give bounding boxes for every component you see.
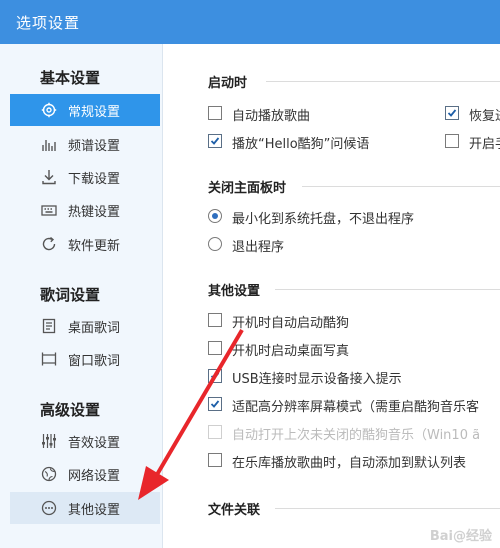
sidebar-item-label: 常规设置 (68, 105, 121, 120)
checkbox-label: 开机时启动桌面写真 (232, 344, 350, 359)
sidebar-item-label: 网络设置 (68, 469, 121, 484)
checkbox-box[interactable] (445, 106, 459, 120)
section-divider (275, 508, 500, 509)
section-title-other: 其他设置 (208, 284, 261, 299)
watermark-logo: Bai@经验 (429, 529, 492, 544)
checkbox-label: 播放“Hello酷狗”问候语 (232, 137, 370, 152)
checkbox-label: 开机时自动启动酷狗 (232, 316, 350, 331)
checkbox-box[interactable] (208, 369, 222, 383)
checkbox-box (208, 425, 222, 439)
sidebar-item-window-lyrics[interactable]: 窗口歌词 (10, 343, 160, 375)
keyboard-icon (41, 205, 57, 216)
window-lyrics-icon (41, 352, 57, 366)
checkbox-box[interactable] (208, 106, 222, 120)
checkbox-label: 自动打开上次未关闭的酷狗音乐（Win10 ã (232, 428, 481, 443)
checkbox-label: 在乐库播放歌曲时，自动添加到默认列表 (232, 456, 467, 471)
sidebar: 基本设置 常规设置 频谱设置 下载设置 热键设置 软件更新 歌词设置 桌面歌词 … (0, 44, 163, 548)
checkbox-box[interactable] (208, 313, 222, 327)
desktop-lyrics-icon (42, 318, 56, 334)
checkbox-box[interactable] (208, 341, 222, 355)
sidebar-item-other[interactable]: 其他设置 (10, 492, 160, 524)
section-title-file-assoc: 文件关联 (208, 503, 261, 518)
section-divider (266, 81, 500, 82)
radio-label: 退出程序 (232, 240, 285, 255)
spectrum-icon (42, 140, 56, 151)
sidebar-item-label: 音效设置 (68, 436, 121, 451)
window-title: 选项设置 (16, 14, 81, 32)
sidebar-item-label: 软件更新 (68, 239, 121, 254)
check-icon (210, 372, 220, 380)
settings-panel: 启动时 自动播放歌曲 恢复进 播放“Hello酷狗”问候语 开启手 关闭主面板时… (164, 44, 500, 548)
sidebar-item-label: 下载设置 (68, 172, 121, 187)
section-divider (302, 186, 500, 187)
refresh-icon (42, 236, 56, 251)
sidebar-item-hotkey[interactable]: 热键设置 (10, 194, 160, 226)
equalizer-icon (42, 434, 56, 448)
checkbox-label: USB连接时显示设备接入提示 (232, 372, 402, 387)
gear-icon (41, 102, 57, 118)
sidebar-item-update[interactable]: 软件更新 (10, 228, 160, 260)
group-title-basic: 基本设置 (40, 69, 101, 87)
checkbox-label: 自动播放歌曲 (232, 109, 311, 124)
sidebar-item-download[interactable]: 下载设置 (10, 161, 160, 193)
section-title-startup: 启动时 (208, 76, 248, 91)
network-icon (41, 466, 57, 482)
sidebar-item-label: 窗口歌词 (68, 354, 121, 369)
checkbox-box[interactable] (445, 134, 459, 148)
sidebar-item-label: 频谱设置 (68, 139, 121, 154)
section-divider (275, 289, 500, 290)
sidebar-item-general[interactable]: 常规设置 (10, 94, 160, 126)
sidebar-item-label: 桌面歌词 (68, 321, 121, 336)
radio-label: 最小化到系统托盘，不退出程序 (232, 212, 415, 227)
sidebar-item-desktop-lyrics[interactable]: 桌面歌词 (10, 310, 160, 342)
checkbox-label: 恢复进 (469, 109, 500, 124)
checkbox-box[interactable] (208, 134, 222, 148)
radio-button[interactable] (208, 237, 222, 251)
title-bar: 选项设置 (0, 0, 500, 44)
check-icon (210, 137, 220, 145)
more-icon (41, 500, 57, 516)
group-title-lyrics: 歌词设置 (40, 286, 101, 304)
download-icon (42, 170, 56, 185)
section-title-close-panel: 关闭主面板时 (208, 181, 287, 196)
sidebar-item-label: 热键设置 (68, 205, 121, 220)
sidebar-item-sound-effects[interactable]: 音效设置 (10, 425, 160, 457)
checkbox-box[interactable] (208, 397, 222, 411)
sidebar-item-network[interactable]: 网络设置 (10, 458, 160, 490)
sidebar-item-label: 其他设置 (68, 503, 121, 518)
group-title-advanced: 高级设置 (40, 401, 101, 419)
sidebar-item-spectrum[interactable]: 频谱设置 (10, 128, 160, 160)
check-icon (210, 400, 220, 408)
checkbox-box[interactable] (208, 453, 222, 467)
checkbox-label: 开启手 (469, 137, 500, 152)
checkbox-label: 适配高分辨率屏幕模式（需重启酷狗音乐客 (232, 400, 480, 415)
radio-button[interactable] (208, 209, 222, 223)
check-icon (447, 109, 457, 117)
